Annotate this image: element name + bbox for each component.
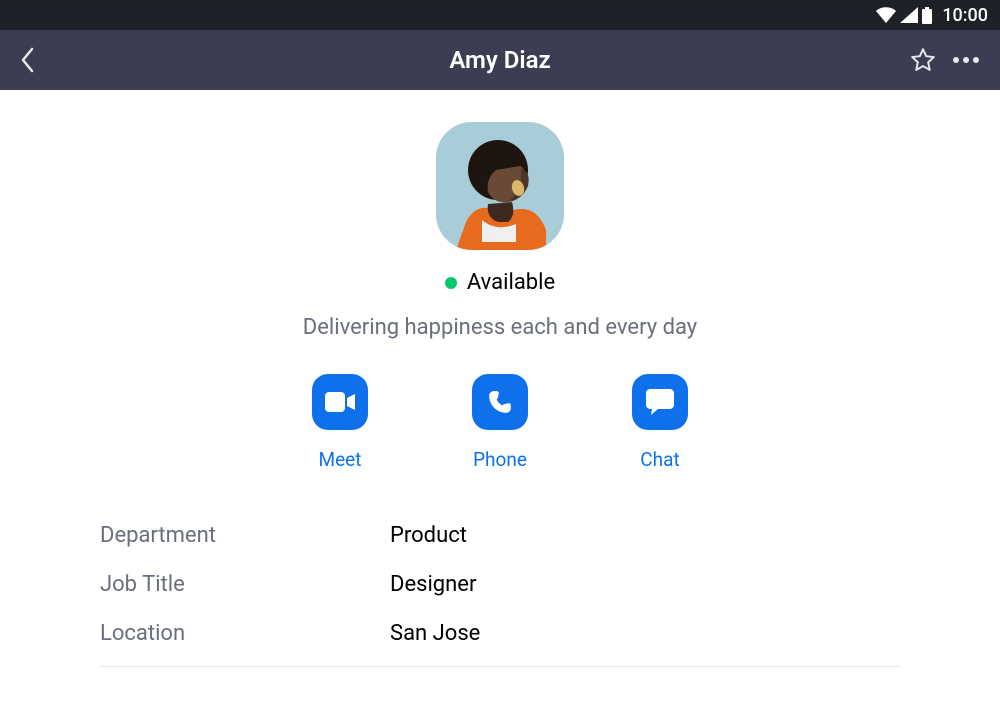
more-button[interactable] (952, 56, 980, 64)
status-icons (876, 7, 932, 24)
video-icon (325, 392, 355, 412)
detail-label: Job Title (100, 572, 390, 597)
avatar-image (436, 122, 564, 250)
status-time: 10:00 (942, 5, 988, 26)
chat-button[interactable]: Chat (630, 374, 690, 471)
action-row: Meet Phone Chat (310, 374, 690, 471)
app-header: Amy Diaz (0, 30, 1000, 90)
favorite-button[interactable] (910, 47, 936, 73)
phone-label: Phone (473, 448, 527, 471)
android-status-bar: 10:00 (0, 0, 1000, 30)
detail-location: Location San Jose (100, 609, 900, 658)
detail-value: Product (390, 523, 467, 548)
wifi-icon (876, 7, 896, 23)
chat-label: Chat (640, 448, 679, 471)
page-title: Amy Diaz (449, 46, 550, 74)
detail-job-title: Job Title Designer (100, 560, 900, 609)
chevron-left-icon (20, 47, 34, 73)
detail-value: San Jose (390, 621, 480, 646)
chat-icon (646, 389, 674, 415)
meet-label: Meet (319, 448, 362, 471)
avatar[interactable] (436, 122, 564, 250)
presence-status: Available (445, 270, 555, 295)
more-horizontal-icon (952, 56, 980, 64)
divider (100, 666, 900, 667)
detail-label: Department (100, 523, 390, 548)
detail-value: Designer (390, 572, 476, 597)
cellular-icon (900, 7, 918, 23)
phone-button[interactable]: Phone (470, 374, 530, 471)
profile-content: Available Delivering happiness each and … (0, 90, 1000, 667)
profile-tagline: Delivering happiness each and every day (303, 315, 697, 340)
back-button[interactable] (20, 47, 34, 73)
detail-label: Location (100, 621, 390, 646)
star-icon (910, 47, 936, 73)
meet-button[interactable]: Meet (310, 374, 370, 471)
profile-details: Department Product Job Title Designer Lo… (100, 511, 900, 667)
detail-department: Department Product (100, 511, 900, 560)
phone-icon (487, 389, 513, 415)
presence-dot-icon (445, 277, 457, 289)
presence-text: Available (467, 270, 555, 295)
battery-icon (922, 7, 932, 24)
